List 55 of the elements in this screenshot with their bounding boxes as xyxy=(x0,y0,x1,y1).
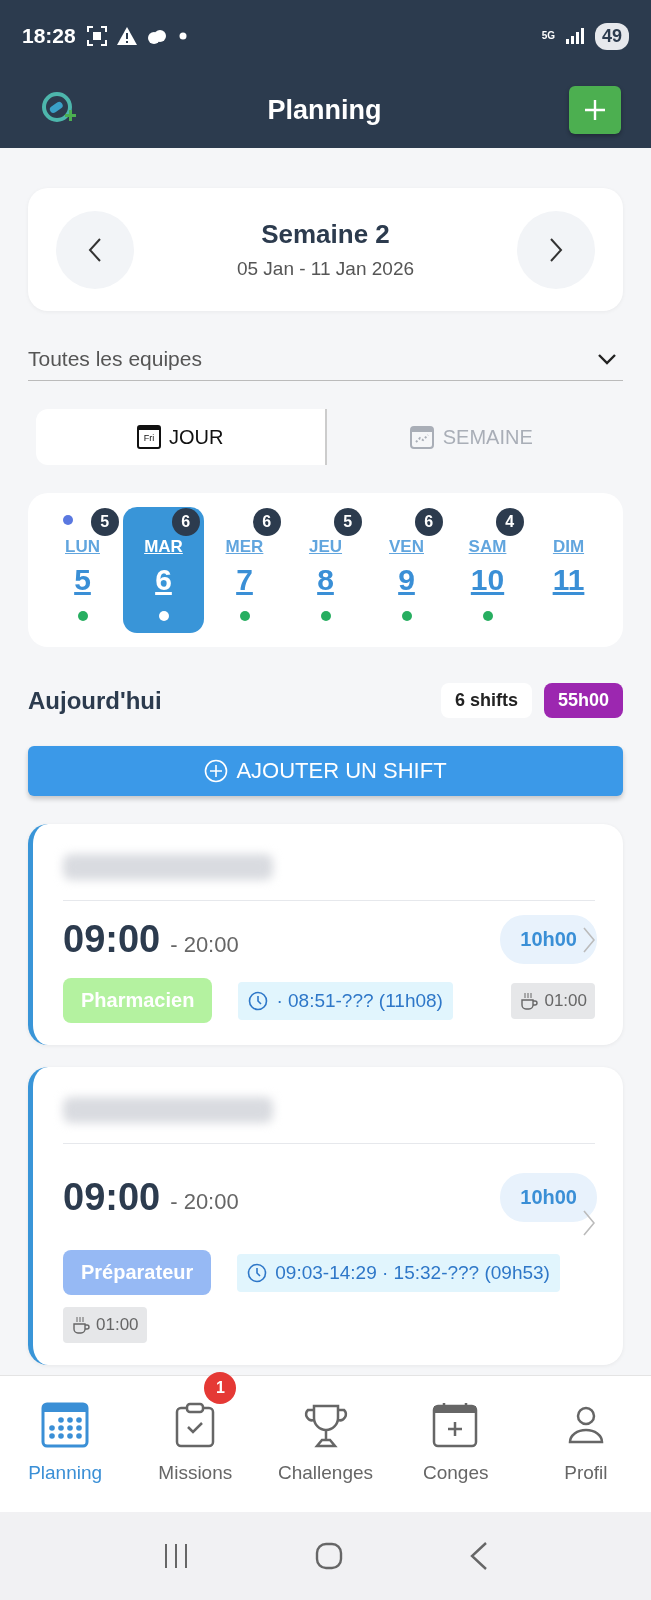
count-badge: 6 xyxy=(171,508,200,536)
day-number: 6 xyxy=(155,563,172,597)
day-number: 7 xyxy=(236,563,253,597)
nav-tab[interactable]: Profil xyxy=(520,1376,651,1512)
total-hours-badge: 55h00 xyxy=(543,683,623,718)
week-title: Semaine 2 xyxy=(261,219,390,250)
day-number: 11 xyxy=(552,563,585,597)
count-badge: 6 xyxy=(252,508,281,536)
day-button[interactable]: JEU 8 5 xyxy=(285,507,366,633)
count-badge: 5 xyxy=(333,508,362,536)
dropdown-value: Toutes les equipes xyxy=(28,346,202,371)
role-tag: Pharmacien xyxy=(63,978,213,1023)
start-time: 09:00 xyxy=(63,918,161,961)
count-badge: 6 xyxy=(414,508,443,536)
day-name: SAM xyxy=(468,537,507,557)
day-number: 10 xyxy=(470,563,505,597)
day-name: MAR xyxy=(144,537,183,557)
end-time: - 20:00 xyxy=(170,931,240,958)
break-text: 01:00 xyxy=(96,1315,139,1335)
section-title: Aujourd'hui xyxy=(28,686,163,715)
day-name: JEU xyxy=(308,537,343,557)
week-date-range: 05 Jan - 11 Jan 2026 xyxy=(236,258,415,280)
role-tag: Préparateur xyxy=(63,1250,212,1295)
day-name: LUN xyxy=(65,537,100,557)
nav-tab[interactable]: Conges xyxy=(390,1376,521,1512)
clock-in-text: · 08:51-??? (11h08) xyxy=(276,989,443,1012)
network-label: 5G xyxy=(541,31,555,41)
day-number: 5 xyxy=(74,563,91,597)
day-number: 8 xyxy=(317,563,334,597)
day-button[interactable]: SAM 10 4 xyxy=(447,507,528,633)
shift-count-badge: 6 shifts xyxy=(440,683,532,718)
page-title: Planning xyxy=(266,94,383,126)
day-name: DIM xyxy=(552,537,585,557)
end-time: - 20:00 xyxy=(170,1189,240,1215)
shift-card[interactable]: 09:00 - 20:00 10h00 Pharmacien · 08:51-??? (11h08) 01:00 xyxy=(28,824,623,1045)
battery-indicator: 49 xyxy=(594,22,629,50)
count-badge: 5 xyxy=(90,508,119,536)
team-dropdown[interactable]: Toutes les equipes xyxy=(28,337,623,381)
day-button[interactable]: MER 7 6 xyxy=(204,507,285,633)
day-button[interactable]: LUN 5 5 xyxy=(42,507,123,633)
day-number: 9 xyxy=(398,563,415,597)
status-time: 18:28 xyxy=(22,24,76,48)
count-badge: 4 xyxy=(495,508,524,536)
notification-badge: 1 xyxy=(204,1372,237,1404)
shift-card[interactable]: 09:00 - 20:00 10h00 Préparateur 09:03-14:29 · 15:32-??? (09h53) 01:00 xyxy=(28,1067,623,1365)
view-tab[interactable]: Fri JOUR xyxy=(36,409,327,465)
break-text: 01:00 xyxy=(544,990,587,1011)
day-name: MER xyxy=(225,537,264,557)
day-button[interactable]: MAR 6 6 xyxy=(123,507,204,633)
day-button[interactable]: VEN 9 6 xyxy=(366,507,447,633)
day-name: VEN xyxy=(389,537,424,557)
calendar-day-icon: Fri xyxy=(137,425,161,449)
clock-in-text: 09:03-14:29 · 15:32-??? (09h53) xyxy=(275,1261,550,1284)
start-time: 09:00 xyxy=(63,1175,161,1219)
nav-tab[interactable]: Challenges xyxy=(260,1376,391,1512)
